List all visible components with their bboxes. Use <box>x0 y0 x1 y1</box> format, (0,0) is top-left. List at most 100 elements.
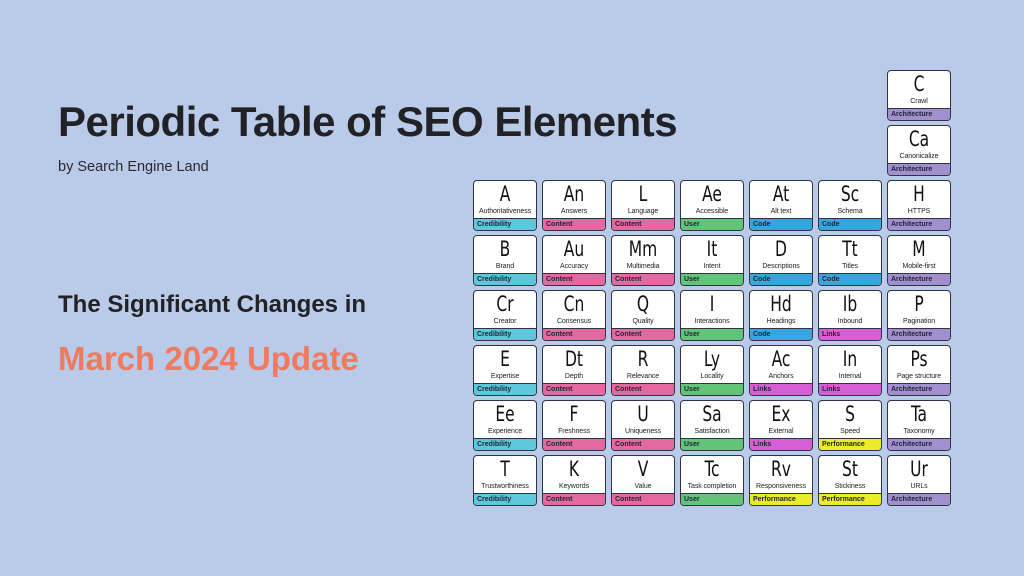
element-name: Canonicalize <box>899 153 939 160</box>
element-category-performance: Performance <box>819 493 881 505</box>
element-category-content: Content <box>543 218 605 230</box>
element-name: Multimedia <box>626 263 660 270</box>
element-symbol: M <box>912 237 926 261</box>
element-category-credibility: Credibility <box>474 218 536 230</box>
element-cell-b: B Brand Credibility <box>473 235 537 286</box>
element-symbol: Ac <box>771 347 791 371</box>
element-name: Speed <box>840 428 860 435</box>
element-category-performance: Performance <box>750 493 812 505</box>
element-symbol: An <box>563 182 585 206</box>
element-category-code: Code <box>750 273 812 285</box>
element-category-user: User <box>681 273 743 285</box>
element-name: Anchors <box>768 373 794 380</box>
element-category-links: Links <box>750 438 812 450</box>
element-symbol: St <box>842 457 858 481</box>
element-symbol: I <box>709 292 715 316</box>
element-symbol: It <box>706 237 718 261</box>
element-category-content: Content <box>543 438 605 450</box>
element-cell-a: A Authoritativeness Credibility <box>473 180 537 231</box>
element-cell-e: E Expertise Credibility <box>473 345 537 396</box>
element-name: Intent <box>703 263 721 270</box>
element-cell-ib: Ib Inbound Links <box>818 290 882 341</box>
element-cell-au: Au Accuracy Content <box>542 235 606 286</box>
element-cell-sa: Sa Satisfaction User <box>680 400 744 451</box>
element-symbol: K <box>568 457 580 481</box>
element-cell-tt: Tt Titles Code <box>818 235 882 286</box>
element-symbol: Rv <box>771 457 791 481</box>
element-cell-ly: Ly Locality User <box>680 345 744 396</box>
element-symbol: B <box>499 237 511 261</box>
element-name: Uniqueness <box>625 428 661 435</box>
element-symbol: A <box>499 182 511 206</box>
element-category-architecture: Architecture <box>888 273 950 285</box>
element-category-architecture: Architecture <box>888 438 950 450</box>
element-cell-ee: Ee Experience Credibility <box>473 400 537 451</box>
element-category-architecture: Architecture <box>888 163 950 175</box>
element-name: Value <box>634 483 652 490</box>
element-symbol: H <box>913 182 925 206</box>
element-category-credibility: Credibility <box>474 438 536 450</box>
element-category-code: Code <box>750 328 812 340</box>
element-name: Depth <box>564 373 584 380</box>
element-category-content: Content <box>543 383 605 395</box>
element-cell-at: At Alt text Code <box>749 180 813 231</box>
element-category-credibility: Credibility <box>474 383 536 395</box>
element-cell-ex: Ex External Links <box>749 400 813 451</box>
element-name: HTTPS <box>907 208 931 215</box>
element-symbol: Ur <box>910 457 928 481</box>
element-name: Satisfaction <box>694 428 730 435</box>
element-cell-ca: Ca Canonicalize Architecture <box>887 125 951 176</box>
element-symbol: Ib <box>842 292 858 316</box>
element-name: Taxonomy <box>903 428 935 435</box>
element-cell-f: F Freshness Content <box>542 400 606 451</box>
element-cell-u: U Uniqueness Content <box>611 400 675 451</box>
element-name: Brand <box>495 263 515 270</box>
element-category-user: User <box>681 328 743 340</box>
element-cell-r: R Relevance Content <box>611 345 675 396</box>
element-symbol: Ps <box>910 347 928 371</box>
element-name: Alt text <box>770 208 792 215</box>
element-cell-ps: Ps Page structure Architecture <box>887 345 951 396</box>
element-symbol: L <box>638 182 648 206</box>
element-cell-s: S Speed Performance <box>818 400 882 451</box>
element-name: Pagination <box>902 318 936 325</box>
element-cell-t: T Trustworthiness Credibility <box>473 455 537 506</box>
element-category-user: User <box>681 438 743 450</box>
element-name: Page structure <box>896 373 942 380</box>
element-cell-v: V Value Content <box>611 455 675 506</box>
element-name: Language <box>627 208 659 215</box>
element-category-links: Links <box>819 328 881 340</box>
element-name: Experience <box>487 428 523 435</box>
element-cell-cr: Cr Creator Credibility <box>473 290 537 341</box>
element-symbol: Tc <box>704 457 720 481</box>
element-cell-ta: Ta Taxonomy Architecture <box>887 400 951 451</box>
element-category-user: User <box>681 383 743 395</box>
element-cell-p: P Pagination Architecture <box>887 290 951 341</box>
element-category-content: Content <box>543 493 605 505</box>
element-category-credibility: Credibility <box>474 493 536 505</box>
element-name: Crawl <box>910 98 928 105</box>
element-category-architecture: Architecture <box>888 383 950 395</box>
element-cell-rv: Rv Responsiveness Performance <box>749 455 813 506</box>
element-symbol: Ee <box>495 402 515 426</box>
element-category-credibility: Credibility <box>474 328 536 340</box>
element-cell-tc: Tc Task completion User <box>680 455 744 506</box>
element-name: Trustworthiness <box>481 483 529 490</box>
element-cell-c: C Crawl Architecture <box>887 70 951 121</box>
element-name: Stickiness <box>834 483 866 490</box>
element-cell-k: K Keywords Content <box>542 455 606 506</box>
element-name: Descriptions <box>762 263 800 270</box>
element-symbol: D <box>775 237 787 261</box>
element-symbol: Ly <box>703 347 721 371</box>
element-name: Keywords <box>559 483 589 490</box>
element-name: Inbound <box>837 318 863 325</box>
element-name: Quality <box>632 318 654 325</box>
element-symbol: T <box>500 457 510 481</box>
element-cell-in: In Internal Links <box>818 345 882 396</box>
element-cell-st: St Stickiness Performance <box>818 455 882 506</box>
element-cell-i: I Interactions User <box>680 290 744 341</box>
element-category-content: Content <box>612 493 674 505</box>
element-symbol: Ta <box>910 402 928 426</box>
element-category-links: Links <box>750 383 812 395</box>
element-symbol: Cn <box>563 292 585 316</box>
